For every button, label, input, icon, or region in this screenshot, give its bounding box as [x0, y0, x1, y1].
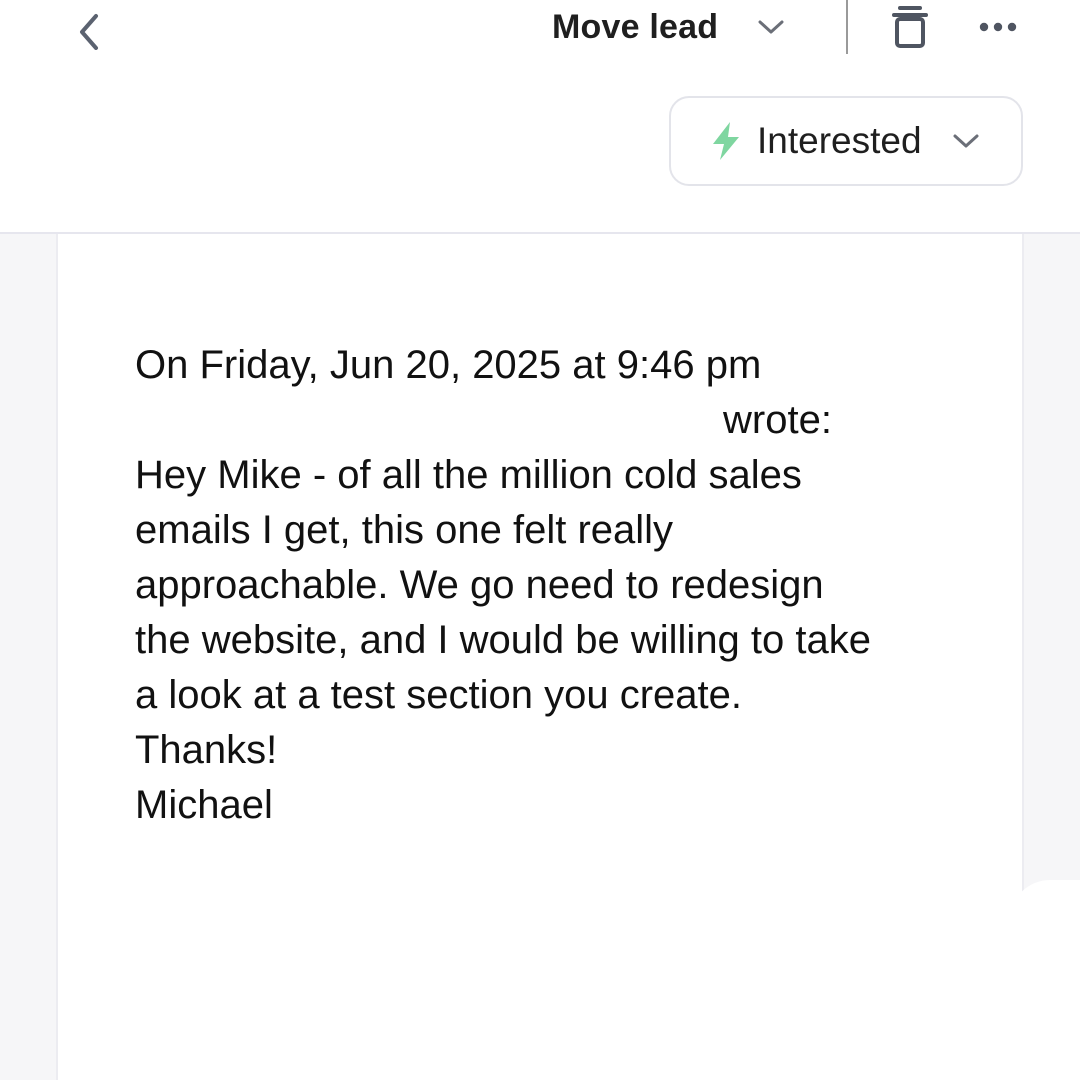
body-line: the website, and I would be willing to t…: [135, 618, 871, 662]
lightning-bolt-icon: [713, 122, 739, 160]
body-line: approachable. We go need to redesign: [135, 563, 824, 607]
move-lead-label: Move lead: [552, 7, 719, 46]
lead-status-dropdown[interactable]: Interested: [669, 96, 1023, 186]
body-line: Hey Mike - of all the million cold sales: [135, 453, 802, 497]
email-closing: Thanks!: [135, 728, 278, 772]
body-line: emails I get, this one felt really: [135, 508, 674, 552]
email-body: On Friday, Jun 20, 2025 at 9:46 pm wrote…: [135, 338, 965, 833]
move-lead-dropdown[interactable]: Move lead: [552, 4, 786, 50]
top-toolbar: Move lead Interested: [0, 0, 1080, 234]
corner-overlay: [1010, 880, 1080, 1080]
chevron-down-icon: [758, 20, 784, 34]
trash-icon: [892, 6, 928, 48]
lead-status-label: Interested: [757, 120, 922, 161]
quoted-wrote: wrote:: [723, 398, 832, 442]
delete-button[interactable]: [890, 2, 930, 50]
email-signature: Michael: [135, 783, 273, 827]
body-line: a look at a test section you create.: [135, 673, 743, 717]
toolbar-divider: [846, 0, 848, 54]
ellipsis-icon: [979, 22, 1017, 32]
chevron-left-icon: [80, 14, 98, 50]
back-button[interactable]: [68, 6, 108, 50]
quoted-header: On Friday, Jun 20, 2025 at 9:46 pm: [135, 343, 762, 387]
more-options-button[interactable]: [976, 14, 1020, 40]
chevron-down-icon: [953, 134, 979, 148]
